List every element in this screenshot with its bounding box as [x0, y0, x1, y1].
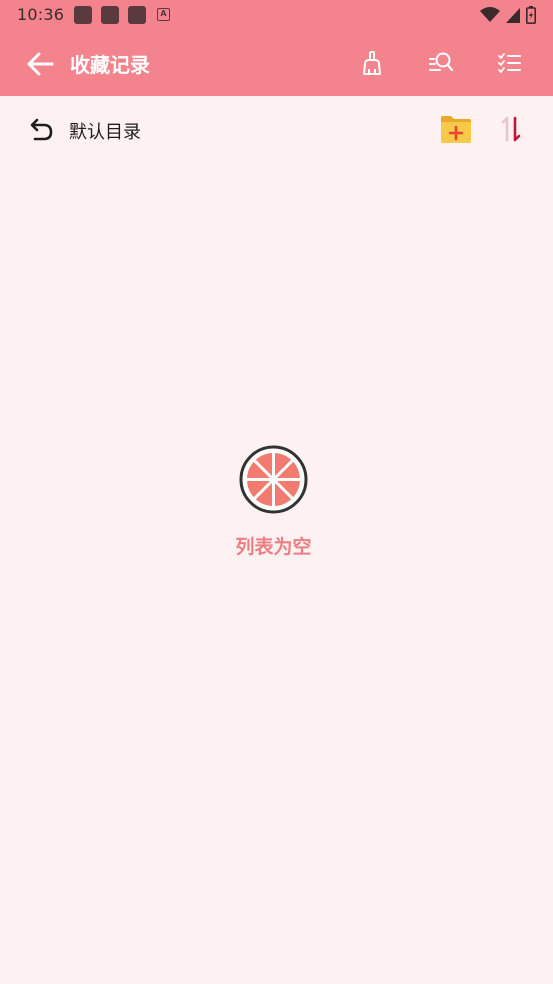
directory-row: 默认目录 — [0, 96, 553, 164]
status-time: 10:36 — [17, 5, 65, 24]
directory-label[interactable]: 默认目录 — [69, 118, 141, 144]
battery-icon — [526, 6, 536, 24]
notification-icon — [128, 6, 146, 24]
toolbar: 收藏记录 — [0, 31, 553, 96]
notification-icon — [74, 6, 92, 24]
broom-icon[interactable] — [358, 49, 386, 77]
empty-state-text: 列表为空 — [235, 536, 312, 558]
screen: 10:36 A 收藏记录 默认目录 列表为空 — [0, 0, 553, 984]
search-list-icon[interactable] — [427, 49, 455, 77]
signal-icon — [506, 7, 520, 23]
system-icons — [480, 6, 536, 24]
grapefruit-icon — [239, 445, 308, 514]
undo-icon[interactable] — [28, 116, 56, 144]
status-bar: 10:36 A — [0, 0, 553, 31]
sort-icon[interactable] — [498, 114, 526, 144]
wifi-icon — [480, 7, 500, 22]
notification-a-icon: A — [157, 8, 170, 21]
back-arrow-icon[interactable] — [24, 49, 56, 79]
page-title: 收藏记录 — [70, 53, 150, 77]
notification-icon — [101, 6, 119, 24]
checklist-icon[interactable] — [496, 49, 524, 77]
add-folder-icon[interactable] — [440, 114, 472, 144]
